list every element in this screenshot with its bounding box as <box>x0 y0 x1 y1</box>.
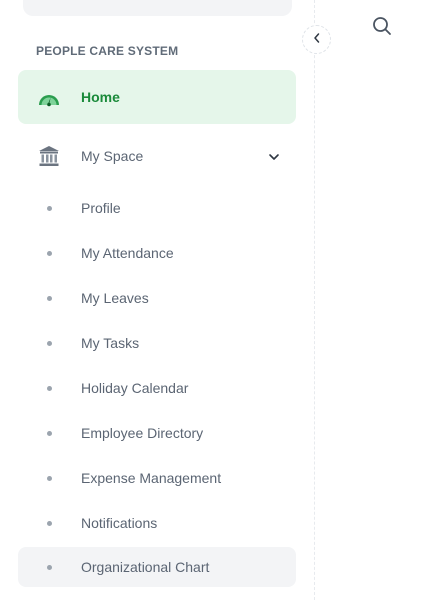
sidebar-top-card <box>23 0 292 16</box>
sidebar-item-my-space[interactable]: My Space <box>18 130 296 182</box>
bullet-icon <box>47 476 52 481</box>
sidebar-subitem-my-leaves[interactable]: My Leaves <box>18 278 296 318</box>
bullet-icon <box>47 431 52 436</box>
chevron-down-icon <box>268 150 280 162</box>
sidebar-subitem-label: Holiday Calendar <box>81 380 189 396</box>
bullet-icon <box>47 521 52 526</box>
sidebar-subitem-label: My Leaves <box>81 290 149 306</box>
sidebar-item-label: Home <box>81 89 120 105</box>
sidebar-subitem-label: My Attendance <box>81 245 174 261</box>
sidebar-item-home[interactable]: Home <box>18 70 296 124</box>
gauge-icon <box>37 86 61 108</box>
sidebar-item-label: My Space <box>81 148 144 164</box>
sidebar-subitem-my-attendance[interactable]: My Attendance <box>18 233 296 273</box>
sidebar-subitem-employee-directory[interactable]: Employee Directory <box>18 413 296 453</box>
search-button[interactable] <box>370 14 394 38</box>
sidebar-subitem-holiday-calendar[interactable]: Holiday Calendar <box>18 368 296 408</box>
sidebar-subitem-label: My Tasks <box>81 335 140 351</box>
bullet-icon <box>47 341 52 346</box>
sidebar-subitem-label: Notifications <box>81 515 158 531</box>
sidebar-subitem-label: Organizational Chart <box>81 559 210 575</box>
bullet-icon <box>47 386 52 391</box>
sidebar-subitem-label: Profile <box>81 200 121 216</box>
search-icon <box>370 17 394 42</box>
sidebar-collapse-button[interactable] <box>302 25 331 54</box>
bullet-icon <box>47 296 52 301</box>
app: PEOPLE CARE SYSTEM Home My Space Profile… <box>0 0 426 600</box>
bullet-icon <box>47 251 52 256</box>
section-label: PEOPLE CARE SYSTEM <box>36 44 179 58</box>
bank-icon <box>37 144 61 168</box>
bullet-icon <box>47 206 52 211</box>
sidebar-subitem-my-tasks[interactable]: My Tasks <box>18 323 296 363</box>
sidebar-subitem-label: Expense Management <box>81 470 222 486</box>
bullet-icon <box>47 565 52 570</box>
sidebar-subitem-organizational-chart[interactable]: Organizational Chart <box>18 547 296 587</box>
sidebar-subitem-expense-management[interactable]: Expense Management <box>18 458 296 498</box>
sidebar-subitem-notifications[interactable]: Notifications <box>18 503 296 543</box>
chevron-left-icon <box>312 31 322 49</box>
sidebar-subitem-profile[interactable]: Profile <box>18 188 296 228</box>
sidebar: PEOPLE CARE SYSTEM Home My Space Profile… <box>0 0 315 600</box>
sidebar-subitem-label: Employee Directory <box>81 425 204 441</box>
